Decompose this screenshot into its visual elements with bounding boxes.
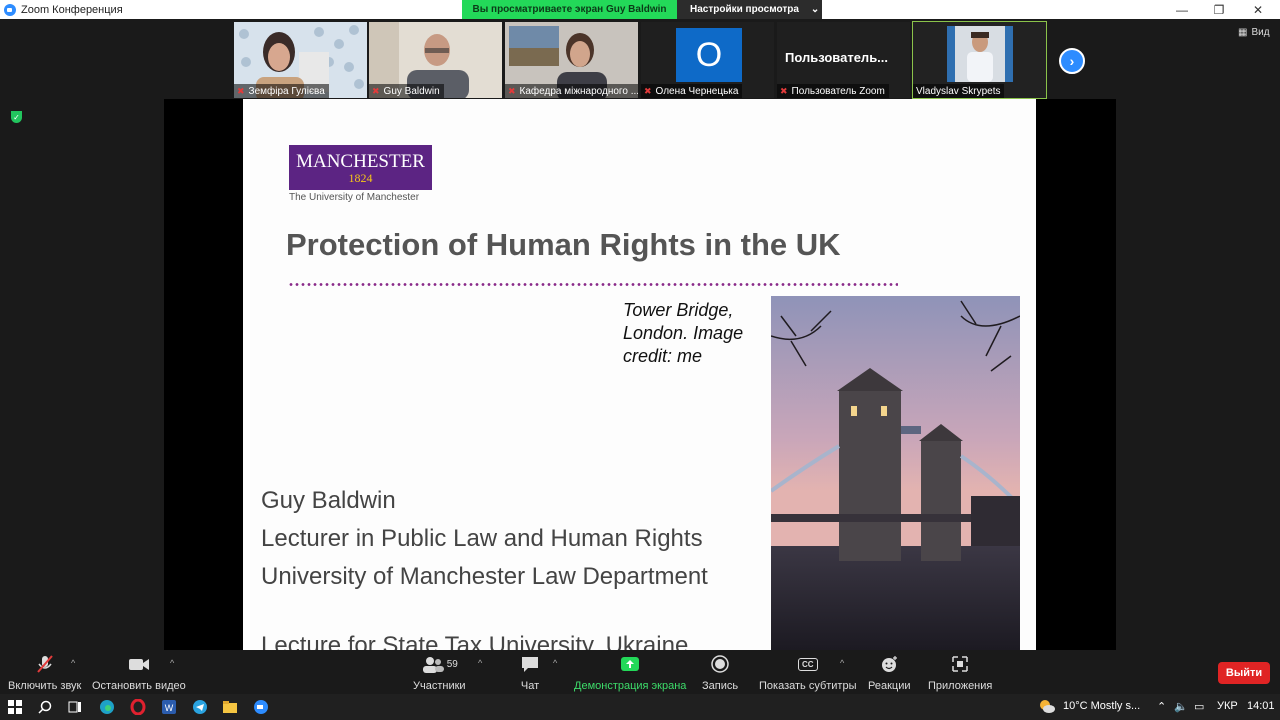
mic-muted-icon	[36, 655, 53, 673]
apps-icon	[952, 656, 968, 672]
slide-title: Protection of Human Rights in the UK	[286, 227, 841, 262]
university-name: The University of Manchester	[289, 192, 420, 203]
chevron-up-icon[interactable]: ^	[840, 658, 844, 668]
presentation-slide: MANCHESTER 1824 The University of Manche…	[243, 99, 1036, 650]
weather-icon[interactable]	[1038, 698, 1056, 717]
tower-bridge-photo	[771, 296, 1020, 650]
chat-icon	[522, 657, 538, 672]
closed-captions-icon: CC	[797, 657, 818, 671]
mic-muted-icon: ✖	[508, 85, 516, 96]
leave-button[interactable]: Выйти	[1218, 662, 1270, 684]
smiley-icon	[882, 656, 898, 672]
participant-tile[interactable]: ✖ Кафедра міжнародного ...	[505, 22, 638, 98]
participant-tile[interactable]: ✖ Guy Baldwin	[369, 22, 502, 98]
record-button[interactable]: Запись	[702, 654, 738, 692]
task-view-icon[interactable]	[65, 697, 85, 717]
telegram-icon[interactable]	[190, 697, 210, 717]
svg-text:W: W	[165, 703, 174, 713]
dotted-divider	[288, 283, 898, 286]
network-icon[interactable]: ▭	[1194, 700, 1204, 713]
chevron-up-icon[interactable]: ^	[478, 658, 482, 668]
security-shield-icon[interactable]: ✓	[11, 111, 22, 123]
chevron-up-icon[interactable]: ⌃	[1157, 700, 1166, 713]
meeting-toolbar: Включить звук ^ Остановить видео ^ 59 Уч…	[0, 650, 1280, 694]
grid-icon: ▦	[1238, 27, 1248, 38]
edge-browser-icon[interactable]	[97, 697, 117, 717]
shared-screen[interactable]: MANCHESTER 1824 The University of Manche…	[164, 99, 1116, 650]
author-block: Guy Baldwin Lecturer in Public Law and H…	[261, 487, 708, 590]
view-options-label: Настройки просмотра	[690, 4, 799, 15]
lecture-line: Lecture for State Tax University, Ukrain…	[261, 632, 689, 650]
apps-button[interactable]: Приложения	[928, 654, 992, 692]
window-title: Zoom Конференция	[21, 3, 123, 16]
participants-icon	[422, 657, 444, 673]
view-options-button[interactable]: Настройки просмотра ⌄	[677, 0, 822, 19]
participant-name-tag: Vladyslav Skrypets	[913, 84, 1005, 98]
close-button[interactable]: ✕	[1240, 0, 1276, 19]
participant-tile[interactable]: ✖ Земфіра Гулієва	[234, 22, 367, 98]
video-camera-icon	[128, 659, 149, 670]
language-indicator[interactable]: УКР	[1217, 700, 1238, 712]
reactions-button[interactable]: Реакции	[868, 654, 911, 692]
minimize-button[interactable]: —	[1164, 0, 1200, 19]
word-icon[interactable]: W	[159, 697, 179, 717]
university-logo: MANCHESTER 1824	[289, 145, 432, 190]
participant-tile[interactable]: O ✖ Олена Чернецька	[641, 22, 774, 98]
participant-name-tag: ✖ Пользователь Zoom	[777, 84, 889, 98]
participant-name-tag: ✖ Guy Baldwin	[369, 84, 444, 98]
meeting-area: ✖ Земфіра Гулієва ✖ Guy Baldwin ✖ Кафедр…	[0, 19, 1280, 650]
volume-icon[interactable]: 🔈	[1174, 700, 1188, 713]
participants-count: 59	[446, 658, 458, 670]
viewing-indicator: Вы просматриваете экран Guy Baldwin	[462, 0, 677, 19]
participant-display-name: Пользователь...	[785, 50, 889, 65]
windows-taskbar: W 10°C Mostly s... ⌃ 🔈 ▭ УКР 14:01	[0, 694, 1280, 720]
share-banner: Вы просматриваете экран Guy Baldwin Наст…	[462, 0, 822, 19]
zoom-logo-icon	[4, 3, 16, 16]
participant-name-tag: ✖ Олена Чернецька	[641, 84, 743, 98]
maximize-button[interactable]: ❐	[1201, 0, 1237, 19]
zoom-taskbar-icon[interactable]	[251, 697, 271, 717]
mic-muted-icon: ✖	[237, 85, 245, 96]
share-screen-button[interactable]: Демонстрация экрана	[574, 654, 686, 692]
participant-tile-active-speaker[interactable]: Vladyslav Skrypets	[912, 21, 1047, 99]
chevron-down-icon: ⌄	[810, 4, 820, 15]
chevron-up-icon[interactable]: ^	[71, 658, 75, 668]
participant-name-tag: ✖ Кафедра міжнародного ...	[505, 84, 638, 98]
clock[interactable]: 14:01	[1247, 700, 1275, 712]
chevron-up-icon[interactable]: ^	[170, 658, 174, 668]
mic-muted-icon: ✖	[644, 85, 652, 96]
chat-button[interactable]: Чат	[520, 654, 540, 692]
opera-browser-icon[interactable]	[128, 697, 148, 717]
participant-name-tag: ✖ Земфіра Гулієва	[234, 84, 329, 98]
participants-button[interactable]: 59 Участники	[413, 654, 466, 692]
chevron-up-icon[interactable]: ^	[553, 658, 557, 668]
file-explorer-icon[interactable]	[220, 697, 240, 717]
windows-start-icon[interactable]	[5, 697, 25, 717]
participant-tile[interactable]: Пользователь... ✖ Пользователь Zoom	[777, 22, 910, 98]
mic-muted-icon: ✖	[372, 85, 380, 96]
weather-text[interactable]: 10°C Mostly s...	[1063, 700, 1140, 712]
image-caption: Tower Bridge, London. Image credit: me	[623, 300, 744, 366]
share-screen-icon	[621, 657, 640, 671]
search-icon[interactable]	[35, 697, 55, 717]
mic-muted-icon: ✖	[780, 85, 788, 96]
view-button[interactable]: ▦ Вид	[1238, 27, 1270, 38]
record-icon	[711, 655, 729, 673]
participant-avatar: O	[676, 28, 742, 82]
next-page-button[interactable]: ›	[1059, 48, 1085, 74]
